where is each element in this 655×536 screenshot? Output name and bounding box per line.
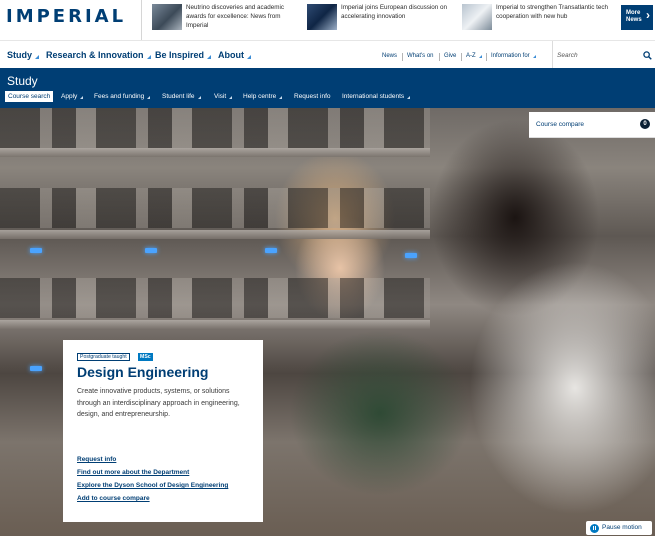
search-icon[interactable]: [643, 51, 652, 60]
dropdown-triangle-icon: [407, 96, 411, 99]
news-thumbnail: [152, 4, 182, 30]
printer-light: [30, 248, 42, 253]
utility-link-label: Information for: [491, 53, 530, 59]
course-description: Create innovative products, systems, or …: [77, 388, 240, 418]
news-headline[interactable]: Imperial to strengthen Transatlantic tec…: [496, 3, 608, 21]
tab-international-students[interactable]: International students: [342, 93, 411, 100]
search-input[interactable]: [557, 49, 635, 61]
tab-course-search[interactable]: Course search: [5, 91, 54, 102]
printer-light: [265, 248, 277, 253]
dropdown-triangle-icon: [35, 55, 40, 59]
background-shelf: [0, 320, 430, 329]
printer-light: [30, 366, 42, 371]
top-bar: IMPERIAL Neutrino discoveries and academ…: [0, 0, 655, 40]
dropdown-triangle-icon: [247, 55, 251, 59]
news-thumbnail: [307, 4, 337, 30]
divider: [141, 0, 142, 40]
more-news-button[interactable]: More News ›: [621, 5, 653, 30]
news-headline[interactable]: Imperial joins European discussion on ac…: [341, 3, 453, 21]
department-link[interactable]: Find out more about the Department: [77, 469, 189, 476]
tab-request-info[interactable]: Request info: [294, 93, 331, 100]
nav-item-label: Study: [7, 50, 33, 60]
course-compare-count: 0: [640, 119, 650, 129]
dropdown-triangle-icon: [147, 96, 151, 99]
imperial-logo[interactable]: IMPERIAL: [6, 6, 126, 27]
utility-link-give[interactable]: Give: [444, 53, 456, 59]
tab-apply[interactable]: Apply: [61, 93, 84, 100]
utility-link-a-z[interactable]: A-Z: [466, 53, 482, 59]
background-shelf: [0, 148, 430, 157]
dropdown-triangle-icon: [80, 96, 84, 99]
tab-fees-and-funding[interactable]: Fees and funding: [94, 93, 151, 100]
course-card: Postgraduate taught MSc Design Engineeri…: [63, 340, 263, 522]
chevron-right-icon: ›: [646, 8, 650, 22]
main-navigation: Study Research & Innovation Be Inspired …: [0, 40, 655, 69]
tab-label: Apply: [61, 93, 78, 100]
utility-link-label: A-Z: [466, 53, 476, 59]
news-item[interactable]: Imperial to strengthen Transatlantic tec…: [462, 3, 608, 33]
printer-light: [145, 248, 157, 253]
dyson-school-link[interactable]: Explore the Dyson School of Design Engin…: [77, 482, 228, 489]
dropdown-triangle-icon: [279, 96, 283, 99]
tab-label: International students: [342, 93, 405, 100]
nav-item-label: Research & Innovation: [46, 50, 144, 60]
news-thumbnail: [462, 4, 492, 30]
tab-student-life[interactable]: Student life: [162, 93, 201, 100]
tab-help-centre[interactable]: Help centre: [243, 93, 283, 100]
nav-item-label: About: [218, 50, 244, 60]
search-box: [552, 41, 655, 69]
background-printers: [0, 188, 430, 228]
printer-light: [405, 253, 417, 258]
news-item[interactable]: Imperial joins European discussion on ac…: [307, 3, 452, 33]
section-title[interactable]: Study: [7, 74, 38, 88]
tab-label: Fees and funding: [94, 93, 145, 100]
hero-image: Course compare 0 Postgraduate taught MSc…: [0, 108, 655, 536]
pause-motion-button[interactable]: Pause motion: [586, 521, 652, 535]
level-badge: Postgraduate taught: [77, 353, 130, 361]
background-shelf: [0, 230, 430, 239]
divider: [439, 53, 440, 61]
nav-item-label: Be Inspired: [155, 50, 205, 60]
news-item[interactable]: Neutrino discoveries and academic awards…: [152, 3, 297, 33]
utility-link-information-for[interactable]: Information for: [491, 53, 536, 59]
dropdown-triangle-icon: [229, 96, 233, 99]
dropdown-triangle-icon: [532, 55, 536, 58]
background-printers: [0, 108, 430, 148]
request-info-link[interactable]: Request info: [77, 456, 116, 463]
nav-item-be-inspired[interactable]: Be Inspired: [155, 50, 212, 60]
tab-label: Help centre: [243, 93, 277, 100]
pause-motion-label: Pause motion: [602, 524, 642, 531]
qualification-badge: MSc: [138, 353, 153, 361]
tab-visit[interactable]: Visit: [214, 93, 233, 100]
pause-icon: [590, 523, 599, 533]
add-to-compare-link[interactable]: Add to course compare: [77, 495, 150, 502]
study-section-nav: Study Course search Apply Fees and fundi…: [0, 68, 655, 108]
background-printers: [0, 278, 430, 318]
tab-label: Visit: [214, 93, 227, 100]
dropdown-triangle-icon: [207, 55, 212, 59]
tab-label: Student life: [162, 93, 195, 100]
divider: [402, 53, 403, 61]
utility-link-whats-on[interactable]: What's on: [407, 53, 434, 59]
nav-item-research-innovation[interactable]: Research & Innovation: [46, 50, 151, 60]
nav-item-study[interactable]: Study: [7, 50, 40, 60]
divider: [461, 53, 462, 61]
dropdown-triangle-icon: [197, 96, 201, 99]
divider: [486, 53, 487, 61]
course-compare-panel[interactable]: Course compare 0: [529, 112, 655, 138]
utility-link-news[interactable]: News: [382, 53, 397, 59]
news-headline[interactable]: Neutrino discoveries and academic awards…: [186, 3, 298, 31]
dropdown-triangle-icon: [478, 55, 482, 58]
nav-item-about[interactable]: About: [218, 50, 251, 60]
course-title: Design Engineering: [77, 364, 209, 380]
course-compare-label: Course compare: [536, 121, 585, 128]
dropdown-triangle-icon: [146, 55, 151, 59]
